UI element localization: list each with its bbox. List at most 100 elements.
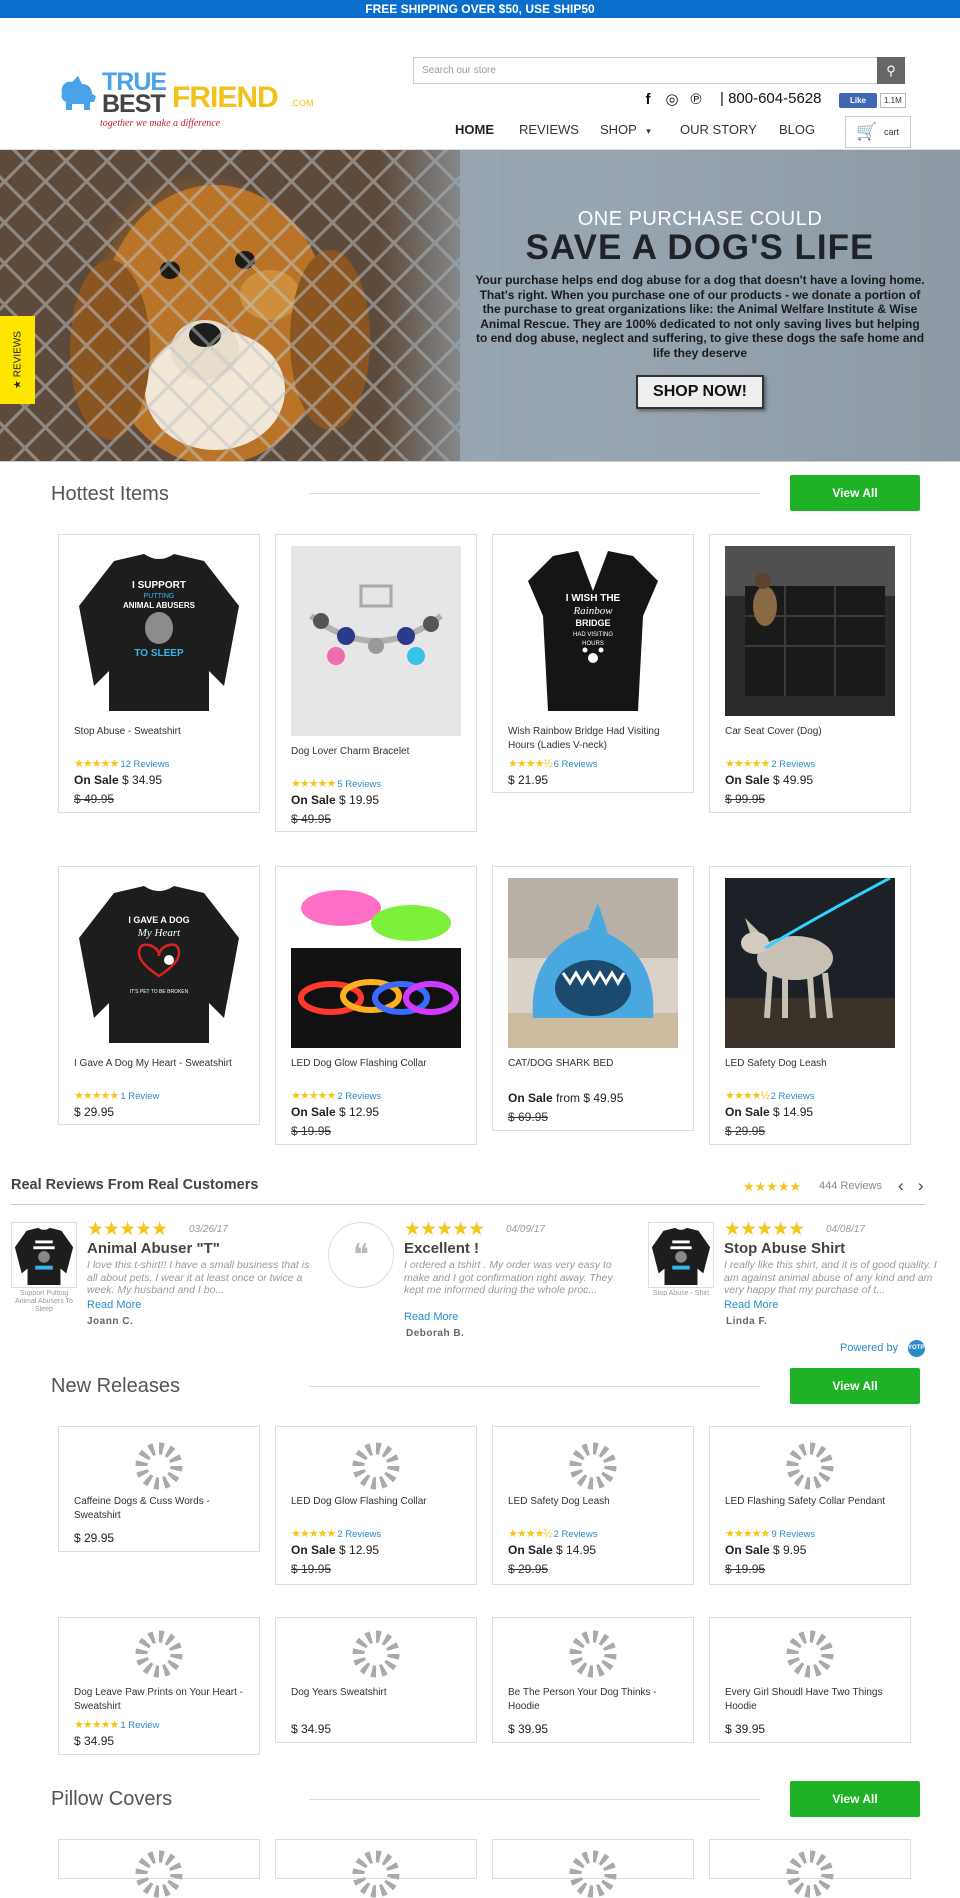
price-value: $ 49.95 xyxy=(773,773,814,787)
facebook-icon[interactable]: f xyxy=(636,91,660,108)
product-name[interactable]: LED Flashing Safety Collar Pendant xyxy=(725,1495,900,1509)
chevron-right-icon[interactable]: › xyxy=(918,1176,924,1195)
product-card[interactable]: I WISH THE Rainbow BRIDGE HAD VISITING H… xyxy=(492,534,694,793)
product-card[interactable]: LED Safety Dog Leash ★★★★½ 2 Reviews On S… xyxy=(492,1426,694,1585)
reviews-side-tab[interactable]: ★ REVIEWS xyxy=(0,316,35,404)
product-card[interactable]: Car Seat Cover (Dog) ★★★★★ 2 Reviews On S… xyxy=(709,534,911,813)
phone-number[interactable]: | 800-604-5628 xyxy=(720,90,821,107)
product-rating: ★★★★★ 2 Reviews xyxy=(291,1527,381,1540)
nav-blog[interactable]: BLOG xyxy=(779,122,815,137)
read-more-link[interactable]: Read More xyxy=(724,1299,778,1311)
product-name[interactable]: Car Seat Cover (Dog) xyxy=(725,725,900,739)
cart-button[interactable]: 🛒 cart xyxy=(845,116,911,148)
instagram-icon[interactable]: ◎ xyxy=(660,90,684,108)
product-name[interactable]: Be The Person Your Dog Thinks - Hoodie xyxy=(508,1686,683,1714)
search-input[interactable]: Search our store xyxy=(413,57,878,84)
review-count[interactable]: 2 Reviews xyxy=(771,759,815,770)
review-count[interactable]: 6 Reviews xyxy=(554,759,598,770)
product-card[interactable]: LED Dog Glow Flashing Collar ★★★★★ 2 Revi… xyxy=(275,866,477,1145)
hottest-view-all-button[interactable]: View All xyxy=(790,475,920,511)
product-card[interactable]: LED Flashing Safety Collar Pendant ★★★★★… xyxy=(709,1426,911,1585)
product-card[interactable] xyxy=(709,1839,911,1898)
loading-spinner-icon xyxy=(569,1850,617,1898)
product-card[interactable]: Be The Person Your Dog Thinks - Hoodie $… xyxy=(492,1617,694,1743)
chevron-left-icon[interactable]: ‹ xyxy=(898,1176,904,1195)
review-count[interactable]: 1 Review xyxy=(120,1720,159,1731)
product-card[interactable]: Dog Years Sweatshirt $ 34.95 xyxy=(275,1617,477,1743)
product-name[interactable]: CAT/DOG SHARK BED xyxy=(508,1057,683,1071)
nav-reviews[interactable]: REVIEWS xyxy=(519,122,579,137)
product-card[interactable]: LED Safety Dog Leash ★★★★½ 2 Reviews On S… xyxy=(709,866,911,1145)
product-name[interactable]: LED Dog Glow Flashing Collar xyxy=(291,1057,466,1071)
read-more-link[interactable]: Read More xyxy=(87,1299,141,1311)
nav-our-story[interactable]: OUR STORY xyxy=(680,122,757,137)
review-count[interactable]: 2 Reviews xyxy=(337,1091,381,1102)
loading-spinner-icon xyxy=(352,1630,400,1678)
product-rating: ★★★★½ 6 Reviews xyxy=(508,757,597,770)
new-releases-view-all-button[interactable]: View All xyxy=(790,1368,920,1404)
product-card[interactable]: Dog Leave Paw Prints on Your Heart - Swe… xyxy=(58,1617,260,1755)
sale-label: On Sale xyxy=(291,1543,336,1557)
product-card[interactable]: LED Dog Glow Flashing Collar ★★★★★ 2 Revi… xyxy=(275,1426,477,1585)
pinterest-icon[interactable]: ℗ xyxy=(684,91,708,108)
product-card[interactable]: I GAVE A DOG My Heart IT'S PET TO BE BRO… xyxy=(58,866,260,1125)
product-card[interactable]: Caffeine Dogs & Cuss Words - Sweatshirt … xyxy=(58,1426,260,1552)
star-rating: ★★★★★ xyxy=(74,1090,119,1102)
product-card[interactable]: Dog Lover Charm Bracelet ★★★★★ 5 Reviews … xyxy=(275,534,477,832)
product-name[interactable]: Dog Leave Paw Prints on Your Heart - Swe… xyxy=(74,1686,249,1714)
shop-now-button[interactable]: SHOP NOW! xyxy=(636,375,764,409)
review-count[interactable]: 2 Reviews xyxy=(771,1091,815,1102)
product-image: I WISH THE Rainbow BRIDGE HAD VISITING H… xyxy=(528,551,658,711)
review-count[interactable]: 5 Reviews xyxy=(337,779,381,790)
read-more-link[interactable]: Read More xyxy=(404,1311,458,1323)
loading-spinner-icon xyxy=(135,1630,183,1678)
product-name[interactable]: Caffeine Dogs & Cuss Words - Sweatshirt xyxy=(74,1495,249,1523)
product-card[interactable]: Every Girl Shoudl Have Two Things Hoodie… xyxy=(709,1617,911,1743)
review-item: ❝ ★★★★★ 04/09/17 Excellent ! I ordered a… xyxy=(328,1218,628,1343)
product-card[interactable] xyxy=(58,1839,260,1898)
original-price: $ 49.95 xyxy=(74,792,115,806)
powered-by-label[interactable]: Powered by xyxy=(840,1342,898,1354)
review-product-thumbnail[interactable] xyxy=(648,1222,714,1288)
pillow-view-all-button[interactable]: View All xyxy=(790,1781,920,1817)
search-button[interactable]: ⚲ xyxy=(877,57,905,84)
product-name[interactable]: Every Girl Shoudl Have Two Things Hoodie xyxy=(725,1686,900,1714)
original-price: $ 69.95 xyxy=(508,1110,549,1124)
product-card[interactable]: CAT/DOG SHARK BED On Sale from $ 49.95 $… xyxy=(492,866,694,1131)
product-name[interactable]: Dog Lover Charm Bracelet xyxy=(291,745,466,759)
product-card[interactable] xyxy=(492,1839,694,1898)
product-name[interactable]: Dog Years Sweatshirt xyxy=(291,1686,466,1700)
yotpo-logo-icon[interactable]: YOTPO xyxy=(908,1340,929,1357)
nav-shop[interactable]: SHOP ▾ xyxy=(600,122,651,137)
product-price: On Sale $ 14.95 xyxy=(508,1543,596,1557)
review-item: Stop Abuse - Shirt ★★★★★ 04/08/17 Stop A… xyxy=(648,1218,948,1343)
review-count[interactable]: 9 Reviews xyxy=(771,1529,815,1540)
product-card[interactable]: I SUPPORT PUTTING ANIMAL ABUSERS TO SLEE… xyxy=(58,534,260,813)
product-card[interactable] xyxy=(275,1839,477,1898)
loading-spinner-icon xyxy=(569,1442,617,1490)
review-product-thumbnail[interactable] xyxy=(11,1222,77,1288)
review-count[interactable]: 2 Reviews xyxy=(554,1529,598,1540)
review-body: I really like this shirt, and it is of g… xyxy=(724,1259,937,1296)
review-date: 04/09/17 xyxy=(506,1224,545,1235)
facebook-like-button[interactable]: Like xyxy=(839,93,877,108)
product-name[interactable]: I Gave A Dog My Heart - Sweatshirt xyxy=(74,1057,249,1071)
total-review-count[interactable]: 444 Reviews xyxy=(819,1180,882,1192)
review-count[interactable]: 12 Reviews xyxy=(120,759,169,770)
product-name[interactable]: LED Safety Dog Leash xyxy=(725,1057,900,1071)
sale-label: On Sale xyxy=(74,773,119,787)
product-name[interactable]: LED Safety Dog Leash xyxy=(508,1495,683,1509)
nav-home[interactable]: HOME xyxy=(455,122,494,137)
product-rating: ★★★★★ 12 Reviews xyxy=(74,757,169,770)
review-count[interactable]: 1 Review xyxy=(120,1091,159,1102)
product-name[interactable]: Wish Rainbow Bridge Had Visiting Hours (… xyxy=(508,725,683,753)
product-name[interactable]: Stop Abuse - Sweatshirt xyxy=(74,725,249,739)
star-rating: ★★★★½ xyxy=(508,758,553,770)
star-rating: ★★★★★ xyxy=(725,758,770,770)
review-date: 03/26/17 xyxy=(189,1224,228,1235)
product-rating: ★★★★★ 2 Reviews xyxy=(725,757,815,770)
logo-com: .COM xyxy=(290,98,314,108)
review-count[interactable]: 2 Reviews xyxy=(337,1529,381,1540)
product-name[interactable]: LED Dog Glow Flashing Collar xyxy=(291,1495,466,1509)
review-title: Stop Abuse Shirt xyxy=(724,1240,846,1257)
